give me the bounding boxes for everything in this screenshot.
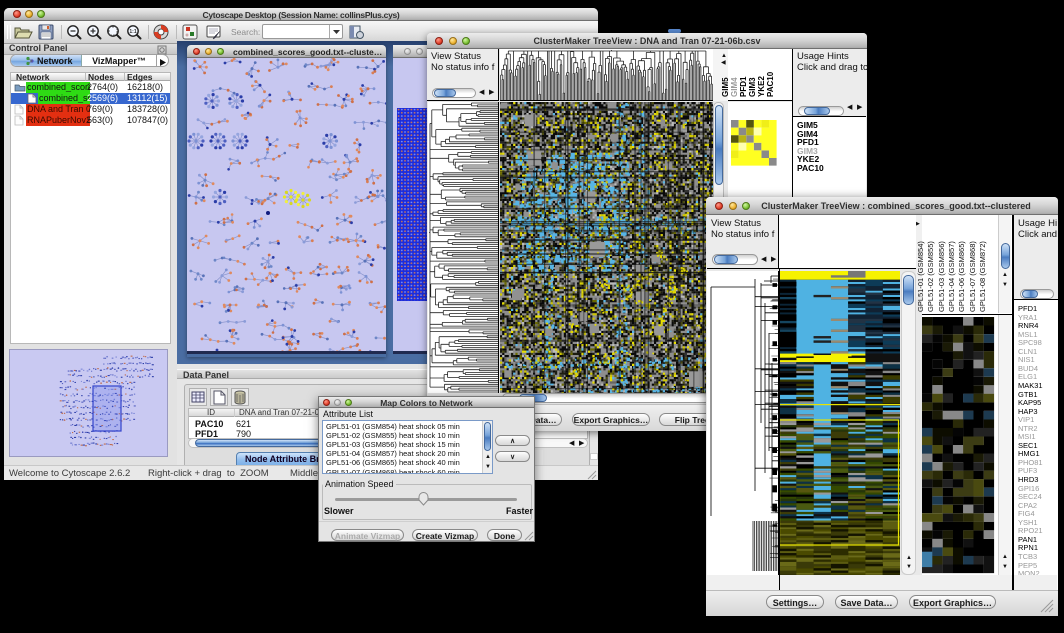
svg-text:1:1: 1:1 [129, 29, 136, 35]
